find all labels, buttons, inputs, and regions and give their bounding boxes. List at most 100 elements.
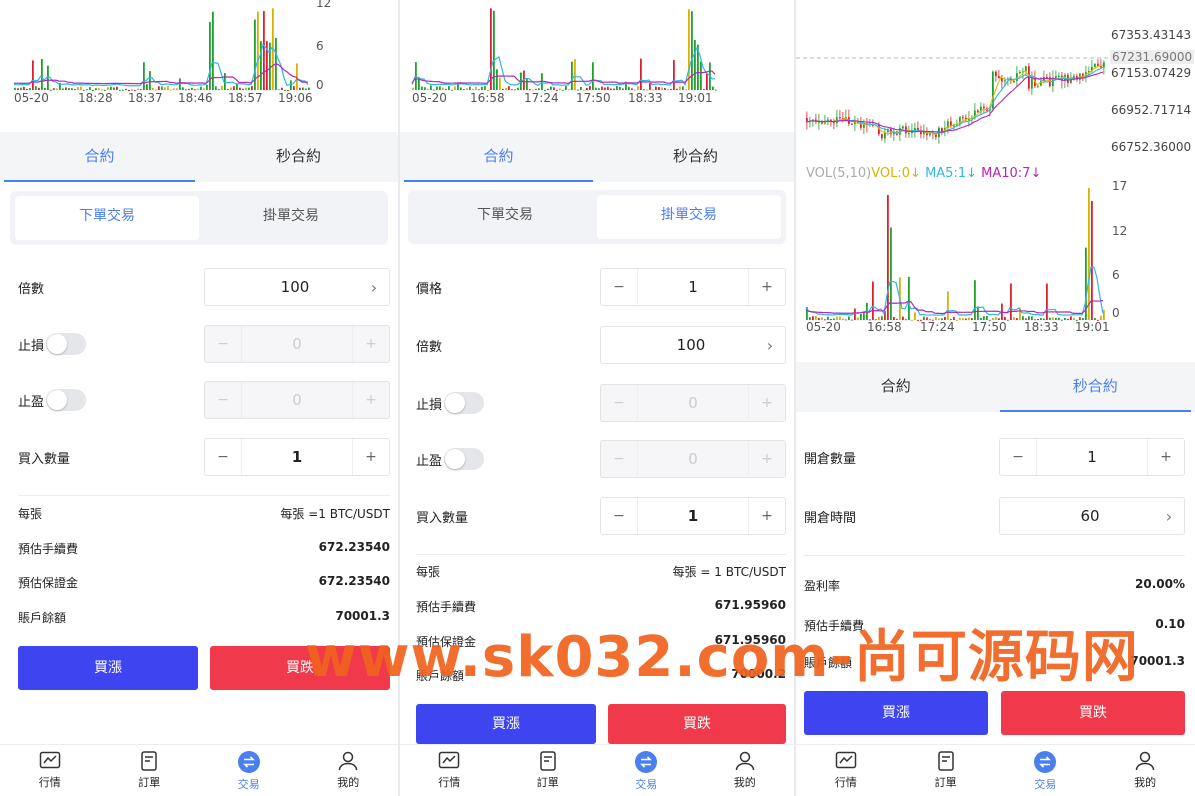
quantity-value[interactable]: 1 (241, 439, 353, 475)
user-icon (735, 751, 754, 771)
minus-button[interactable]: − (205, 439, 241, 475)
minus-button[interactable]: − (601, 498, 637, 534)
nav-orders[interactable]: 訂單 (100, 745, 200, 796)
leverage-select[interactable]: 100 › (204, 268, 390, 306)
nav-market[interactable]: 行情 (400, 745, 499, 796)
minus-icon: − (613, 395, 625, 411)
candle-body (905, 126, 907, 134)
volume-bar (44, 87, 46, 90)
tab-second-contract[interactable]: 秒合約 (996, 362, 1195, 412)
volume-bar (239, 87, 241, 90)
volume-bar (586, 87, 588, 90)
buy-up-button[interactable]: 買漲 (416, 704, 596, 744)
open-quantity-value[interactable]: 1 (1036, 439, 1148, 475)
ma-line (805, 64, 1104, 136)
volume-bar (65, 87, 67, 90)
info-row: 賬戶餘額 70001.3 (18, 609, 390, 629)
nav-profile[interactable]: 我的 (696, 745, 795, 796)
seg-market-order[interactable]: 下單交易 (15, 196, 199, 240)
nav-profile[interactable]: 我的 (1095, 745, 1195, 796)
volume-bar (299, 87, 301, 90)
take-profit-toggle[interactable] (46, 389, 87, 411)
buy-down-button[interactable]: 買跌 (608, 704, 786, 744)
volume-bar (694, 40, 696, 90)
volume-bar (598, 88, 600, 90)
plus-button[interactable]: + (1148, 439, 1184, 475)
volume-bar (167, 86, 169, 90)
buy-up-button[interactable]: 買漲 (18, 646, 198, 690)
buy-down-button[interactable]: 買跌 (210, 646, 390, 690)
nav-market[interactable]: 行情 (0, 745, 100, 796)
volume-bar (278, 89, 280, 91)
plus-button[interactable]: + (353, 439, 389, 475)
tab-second-contract[interactable]: 秒合約 (597, 132, 794, 182)
volume-bar (965, 318, 967, 320)
chevron-right-icon: › (766, 335, 774, 355)
take-profit-toggle[interactable] (444, 448, 485, 470)
stop-loss-toggle[interactable] (46, 333, 87, 355)
info-label: 賬戶餘額 (18, 611, 67, 625)
candle-body (1037, 85, 1039, 87)
volume-bar (451, 89, 453, 91)
stop-loss-label: 止損 (416, 397, 443, 413)
seg-limit-order[interactable]: 掛單交易 (199, 196, 383, 240)
take-profit-value: 0 (241, 382, 353, 418)
quantity-value[interactable]: 1 (637, 498, 749, 534)
nav-market[interactable]: 行情 (796, 745, 896, 796)
volume-bar (595, 87, 597, 90)
bottom-nav: 行情 訂單 交易 我的 (796, 744, 1195, 796)
price-axis-label: 67353.43143 (1111, 28, 1192, 42)
stop-loss-toggle[interactable] (444, 392, 485, 414)
seg-market-order[interactable]: 下單交易 (413, 195, 597, 239)
info-value: 每張 = 1 BTC/USDT (672, 565, 786, 579)
info-label: 預估手續費 (18, 542, 79, 556)
nav-label: 我的 (337, 776, 360, 789)
candle-body (839, 117, 841, 119)
chart-time-label: 16:58 (867, 320, 902, 334)
buy-up-button[interactable]: 買漲 (804, 691, 988, 735)
nav-trade[interactable]: 交易 (597, 745, 696, 796)
take-profit-stepper: − 0 + (600, 440, 786, 478)
volume-bar (670, 88, 672, 90)
info-value: 0.10 (1155, 617, 1185, 631)
leverage-select[interactable]: 100 › (600, 326, 786, 364)
minus-button[interactable]: − (601, 269, 637, 305)
tab-contract[interactable]: 合約 (796, 362, 996, 412)
info-row: 預估手續費 0.10 (804, 617, 1185, 637)
chart-y-tick: 6 (1112, 268, 1120, 282)
volume-bar (125, 88, 127, 90)
take-profit-row: 止盈 − 0 + (416, 440, 786, 478)
tab-contract[interactable]: 合約 (400, 132, 597, 182)
document-icon (937, 751, 954, 771)
buy-down-button[interactable]: 買跌 (1001, 691, 1185, 735)
info-value: 70001.3 (335, 609, 390, 623)
candle-body (953, 125, 955, 127)
volume-bar (436, 86, 438, 90)
quantity-row: 買入數量 − 1 + (416, 497, 786, 535)
minus-button[interactable]: − (1000, 439, 1036, 475)
volume-bar (631, 88, 633, 90)
nav-orders[interactable]: 訂單 (896, 745, 996, 796)
open-time-select[interactable]: 60 › (999, 497, 1185, 535)
nav-trade[interactable]: 交易 (199, 745, 299, 796)
seg-limit-order[interactable]: 掛單交易 (597, 195, 781, 239)
tab-second-contract[interactable]: 秒合約 (199, 132, 398, 182)
volume-bar (845, 319, 847, 321)
chart-time-label: 18:57 (228, 91, 263, 105)
chart-time-label: 19:01 (678, 91, 713, 105)
nav-orders[interactable]: 訂單 (499, 745, 598, 796)
volume-bar (86, 89, 88, 91)
nav-profile[interactable]: 我的 (299, 745, 399, 796)
price-value[interactable]: 1 (637, 269, 749, 305)
volume-bar (1046, 283, 1048, 320)
chart-y-tick: 6 (316, 39, 324, 53)
volume-bar (890, 227, 892, 320)
plus-button[interactable]: + (749, 269, 785, 305)
chevron-right-icon: › (1165, 506, 1173, 526)
tab-contract[interactable]: 合約 (0, 132, 199, 182)
nav-trade[interactable]: 交易 (996, 745, 1096, 796)
plus-button[interactable]: + (749, 498, 785, 534)
panel-contract-market-order: 05-20 18:28 18:37 18:46 18:57 19:06 12 6… (0, 0, 398, 796)
chart-time-label: 16:58 (470, 91, 505, 105)
volume-bar (517, 87, 519, 90)
